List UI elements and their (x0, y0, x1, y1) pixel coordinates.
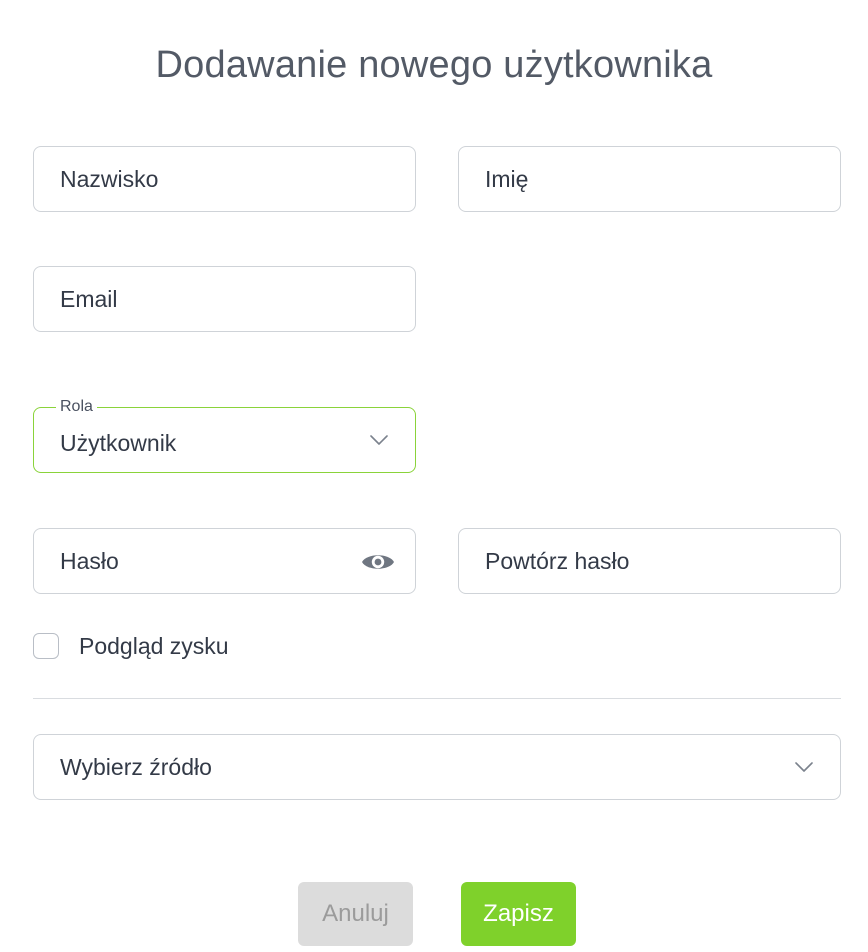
password-field[interactable] (33, 528, 416, 594)
profit-preview-checkbox[interactable] (33, 633, 59, 659)
chevron-down-icon[interactable] (794, 757, 814, 777)
cancel-button[interactable]: Anuluj (298, 882, 413, 946)
repeat-password-input[interactable] (485, 529, 826, 593)
last-name-field[interactable] (33, 146, 416, 212)
source-select[interactable]: Wybierz źródło (33, 734, 841, 800)
source-placeholder: Wybierz źródło (60, 754, 212, 780)
save-button[interactable]: Zapisz (461, 882, 576, 946)
repeat-password-field[interactable] (458, 528, 841, 594)
chevron-down-icon[interactable] (369, 430, 389, 450)
role-value: Użytkownik (60, 430, 177, 456)
email-field[interactable] (33, 266, 416, 332)
page-title: Dodawanie nowego użytkownika (155, 44, 713, 86)
last-name-input[interactable] (60, 147, 401, 211)
email-input[interactable] (60, 267, 401, 331)
profit-preview-checkbox-row[interactable]: Podgląd zysku (33, 631, 229, 661)
first-name-field[interactable] (458, 146, 841, 212)
first-name-input[interactable] (485, 147, 826, 211)
role-select[interactable]: Rola Użytkownik (33, 397, 416, 473)
password-input[interactable] (60, 529, 350, 593)
profit-preview-label: Podgląd zysku (79, 632, 229, 659)
divider (33, 698, 841, 699)
eye-icon[interactable] (361, 549, 395, 575)
